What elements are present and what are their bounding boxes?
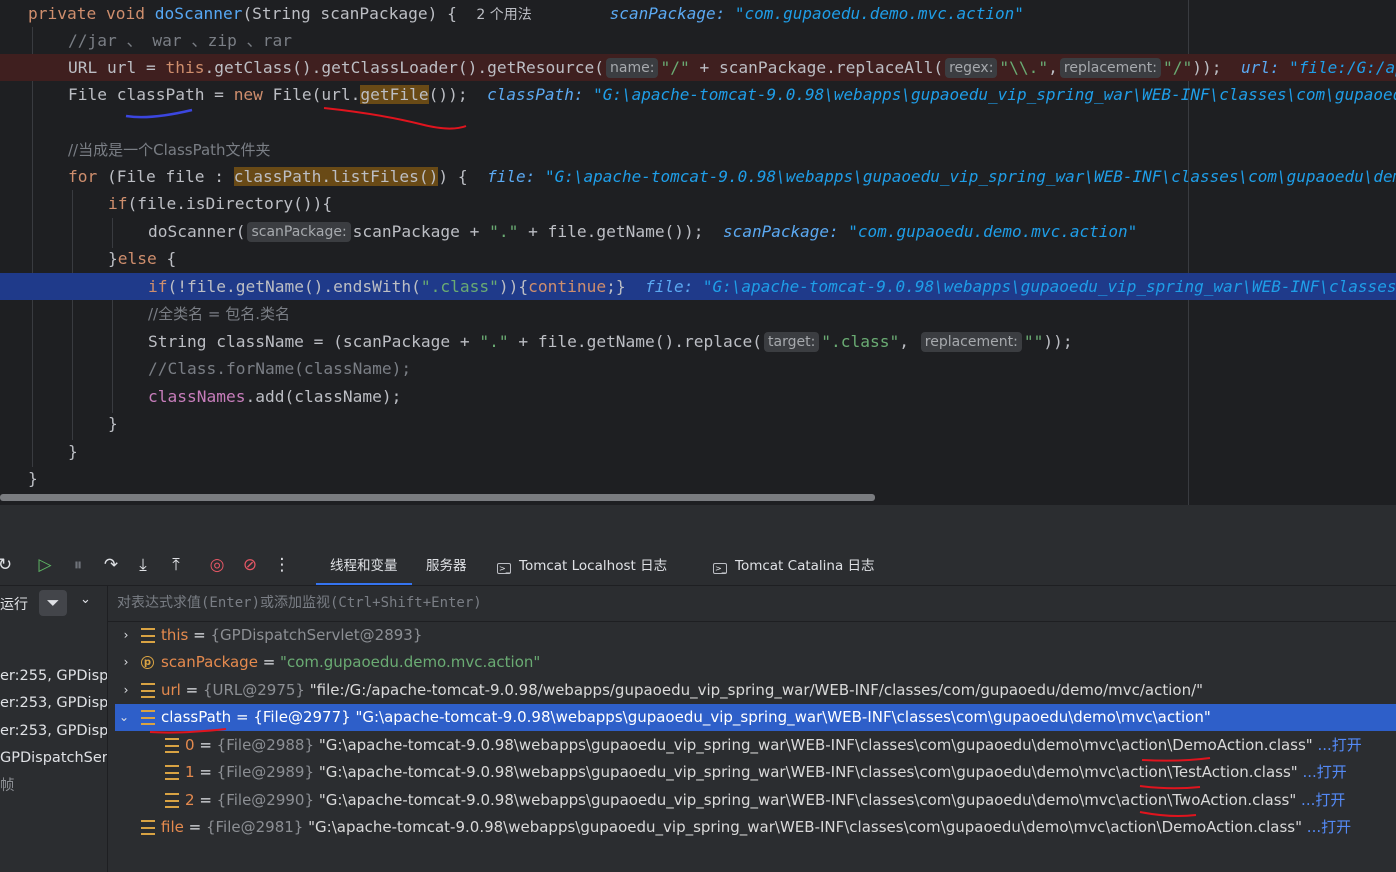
parameter-icon: p (141, 656, 154, 669)
code-line-comment[interactable]: //全类名 = 包名.类名 (0, 300, 1396, 327)
code-line-classpath[interactable]: File classPath = new File(url.getFile())… (0, 81, 1396, 108)
more-options-icon[interactable]: ⋮ (271, 554, 293, 576)
param-hint-target: target: (764, 332, 820, 352)
chevron-right-icon[interactable]: › (119, 677, 133, 704)
param-hint-replacement: replacement: (1059, 58, 1161, 78)
debug-toolbar: ↻ ▷ ⏸ ↷ ⤓ ⤒ ◎ ⊘ ⋮ 线程和变量 服务器 >_ Tomcat Loc… (0, 545, 1396, 586)
frame-item[interactable]: 帧 (0, 773, 107, 800)
panel-divider[interactable] (0, 505, 1396, 545)
field-icon (141, 820, 155, 835)
inline-debug-value: file: "G:\apache-tomcat-9.0.98\webapps\g… (487, 167, 1396, 186)
step-out-icon[interactable]: ⤒ (165, 554, 187, 576)
code-line-current-execution[interactable]: if(!file.getName().endsWith(".class")){c… (0, 273, 1396, 300)
variable-row[interactable]: 0 = {File@2988} "G:\apache-tomcat-9.0.98… (115, 732, 1396, 759)
chevron-down-icon[interactable]: ⌄ (80, 592, 91, 607)
frame-item[interactable]: GPDispatchServlet (0, 745, 107, 772)
array-element-icon (165, 738, 179, 753)
inline-debug-value: url: "file:/G:/apache-tomcat-9.0.98/weba… (1240, 58, 1396, 77)
highlighted-usage: classPath.listFiles() (233, 167, 439, 186)
usages-link[interactable]: 2 个用法 (476, 7, 531, 23)
array-element-icon (165, 765, 179, 780)
console-icon: >_ (713, 563, 727, 574)
open-link[interactable]: ...打开 (1301, 791, 1345, 809)
code-line-method-signature[interactable]: private void doScanner(String scanPackag… (0, 0, 1396, 27)
variable-row[interactable]: file = {File@2981} "G:\apache-tomcat-9.0… (115, 814, 1396, 841)
chevron-right-icon[interactable]: › (119, 649, 133, 676)
filter-icon[interactable]: ⏷ (39, 590, 67, 616)
variable-row[interactable]: 2 = {File@2990} "G:\apache-tomcat-9.0.98… (115, 787, 1396, 814)
field-icon (141, 683, 155, 698)
open-link[interactable]: ...打开 (1317, 736, 1361, 754)
code-line-if-directory[interactable]: if(file.isDirectory()){ (0, 190, 1396, 217)
code-line-comment[interactable]: //jar 、 war 、zip 、rar (0, 27, 1396, 54)
variable-row[interactable]: › p scanPackage = "com.gupaoedu.demo.mvc… (115, 649, 1396, 676)
open-link[interactable]: ...打开 (1302, 763, 1346, 781)
code-line-classname[interactable]: String className = (scanPackage + "." + … (0, 328, 1396, 355)
frame-item[interactable]: er:253, GPDispatchServlet (0, 718, 107, 745)
array-element-icon (165, 793, 179, 808)
pause-icon[interactable]: ⏸ (67, 554, 89, 576)
variable-row[interactable]: 1 = {File@2989} "G:\apache-tomcat-9.0.98… (115, 759, 1396, 786)
tab-tomcat-localhost-log[interactable]: >_ Tomcat Localhost 日志 (497, 545, 667, 585)
variables-panel: 对表达式求值(Enter)或添加监视(Ctrl+Shift+Enter) › t… (107, 585, 1396, 872)
inline-debug-value: classPath: "G:\apache-tomcat-9.0.98\weba… (487, 85, 1396, 104)
console-icon: >_ (497, 563, 511, 574)
tab-tomcat-catalina-log[interactable]: >_ Tomcat Catalina 日志 (713, 545, 875, 585)
rerun-icon[interactable]: ↻ (0, 554, 16, 576)
horizontal-scrollbar[interactable] (0, 494, 875, 501)
code-line-recursive-call[interactable]: doScanner(scanPackage: scanPackage + "." … (0, 218, 1396, 245)
code-line-breakpoint[interactable]: URL url = this.getClass().getClassLoader… (0, 54, 1396, 81)
code-line-brace[interactable]: } (0, 438, 1396, 465)
mute-breakpoints-icon[interactable]: ⊘ (239, 554, 261, 576)
param-hint-scanpackage: scanPackage: (247, 222, 351, 242)
chevron-down-icon[interactable]: ⌄ (117, 704, 131, 731)
code-line-comment[interactable]: //Class.forName(className); (0, 355, 1396, 382)
chevron-right-icon[interactable]: › (119, 622, 133, 649)
tab-threads-variables[interactable]: 线程和变量 (316, 545, 411, 585)
view-breakpoints-icon[interactable]: ◎ (206, 554, 228, 576)
variable-row[interactable]: › this = {GPDispatchServlet@2893} (115, 622, 1396, 649)
field-icon (141, 628, 155, 643)
code-line-comment[interactable]: //当成是一个ClassPath文件夹 (0, 136, 1396, 163)
inline-debug-value: file: "G:\apache-tomcat-9.0.98\webapps\g… (645, 277, 1396, 296)
resume-icon[interactable]: ▷ (34, 554, 56, 576)
variable-row-selected[interactable]: ⌄ classPath = {File@2977} "G:\apache-tom… (115, 704, 1396, 731)
step-into-icon[interactable]: ⤓ (132, 554, 154, 576)
inline-debug-value: scanPackage: "com.gupaoedu.demo.mvc.acti… (723, 222, 1138, 241)
frame-item[interactable]: er:253, GPDispatchServlet (0, 690, 107, 717)
code-line-brace[interactable]: } (0, 465, 1396, 492)
field-icon (141, 710, 155, 725)
step-over-icon[interactable]: ↷ (100, 554, 122, 576)
highlighted-usage: getFile (360, 85, 429, 104)
code-line-add-classname[interactable]: classNames.add(className); (0, 383, 1396, 410)
param-hint-regex: regex: (945, 58, 998, 78)
frames-panel: 运行 ⏷ ⌄ er:255, GPDispatchServlet er:253,… (0, 585, 108, 872)
code-line-for-loop[interactable]: for (File file : classPath.listFiles()) … (0, 163, 1396, 190)
thread-status-label: 运行 (0, 597, 28, 613)
tab-server[interactable]: 服务器 (426, 545, 467, 585)
debug-panel: ↻ ▷ ⏸ ↷ ⤓ ⤒ ◎ ⊘ ⋮ 线程和变量 服务器 >_ Tomcat Loc… (0, 545, 1396, 872)
param-hint-name: name: (606, 58, 659, 78)
code-line-else[interactable]: }else { (0, 245, 1396, 272)
evaluate-expression-input[interactable]: 对表达式求值(Enter)或添加监视(Ctrl+Shift+Enter) (107, 585, 1396, 622)
code-line-brace[interactable]: } (0, 410, 1396, 437)
open-link[interactable]: ...打开 (1307, 818, 1351, 836)
param-hint-replacement: replacement: (920, 332, 1022, 352)
variable-row[interactable]: › url = {URL@2975} "file:/G:/apache-tomc… (115, 677, 1396, 704)
code-editor[interactable]: private void doScanner(String scanPackag… (0, 0, 1396, 505)
inline-debug-value: scanPackage: "com.gupaoedu.demo.mvc.acti… (609, 4, 1024, 23)
frame-item[interactable]: er:255, GPDispatchServlet (0, 663, 107, 690)
